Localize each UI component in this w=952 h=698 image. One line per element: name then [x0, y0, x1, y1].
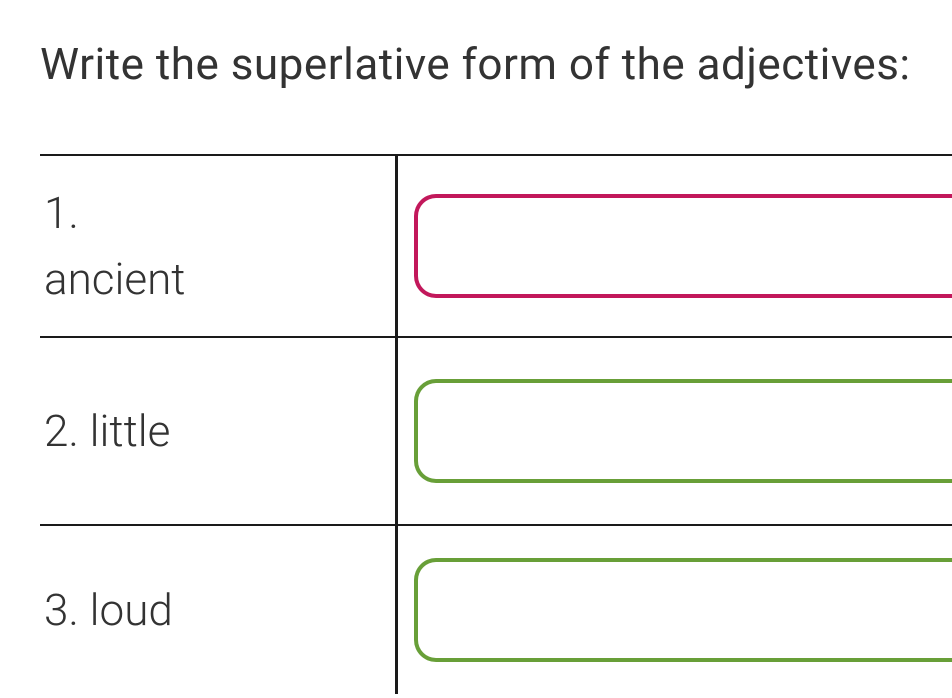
- instruction-text: Write the superlative form of the adject…: [40, 38, 952, 90]
- prompt-label: 1. ancient: [44, 180, 185, 312]
- exercise-table: 1. ancient 2. little 3. loud: [40, 154, 952, 694]
- answer-input[interactable]: [414, 379, 952, 483]
- prompt-label: 2. little: [44, 398, 170, 464]
- answer-cell: [398, 156, 952, 336]
- prompt-cell: 1. ancient: [40, 156, 398, 336]
- table-row: 1. ancient: [40, 154, 952, 336]
- answer-input[interactable]: [414, 194, 952, 298]
- prompt-cell: 2. little: [40, 338, 398, 524]
- prompt-label: 3. loud: [44, 577, 173, 643]
- answer-input[interactable]: [414, 558, 952, 662]
- answer-cell: [398, 526, 952, 694]
- table-row: 2. little: [40, 336, 952, 524]
- table-row: 3. loud: [40, 524, 952, 694]
- prompt-cell: 3. loud: [40, 526, 398, 694]
- answer-cell: [398, 338, 952, 524]
